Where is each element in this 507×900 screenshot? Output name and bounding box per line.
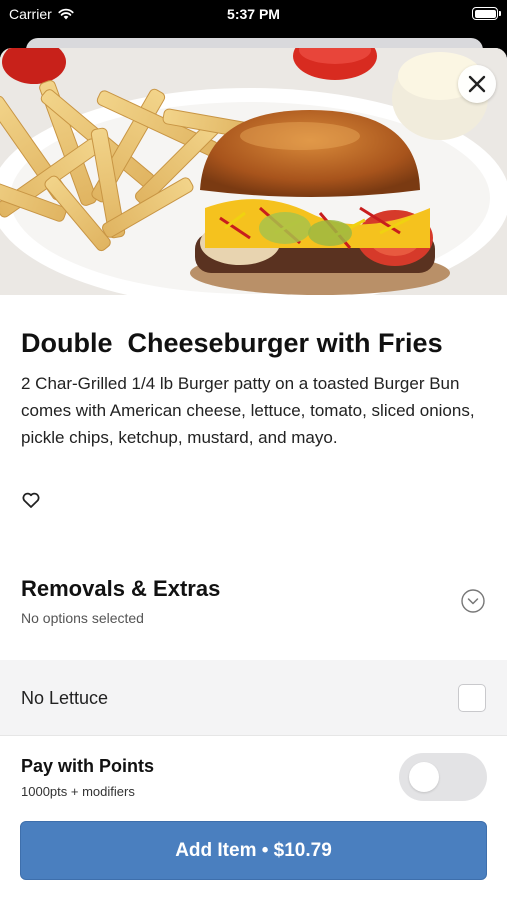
toggle-knob [409,762,439,792]
item-description: 2 Char-Grilled 1/4 lb Burger patty on a … [21,374,475,447]
item-title: Double Cheeseburger with Fries [21,328,443,358]
heart-icon[interactable] [21,490,41,510]
modifiers-section-title: Removals & Extras [21,576,221,601]
add-item-button[interactable]: Add Item • $10.79 [20,821,487,880]
status-time: 5:37 PM [227,6,280,22]
chevron-down-icon[interactable] [461,589,485,613]
status-bar: Carrier 5:37 PM [0,0,507,30]
item-photo [0,48,507,295]
pay-with-points-title: Pay with Points [21,756,155,776]
option-row-no-lettuce[interactable]: No Lettuce [0,660,507,735]
modifiers-section-subtitle: No options selected [21,610,144,626]
option-checkbox[interactable] [458,684,486,712]
pay-with-points-subtitle: 1000pts + modifiers [21,784,135,799]
option-label: No Lettuce [21,688,109,708]
battery-icon [472,7,501,20]
item-detail-sheet: Double Cheeseburger with Fries 2 Char-Gr… [0,48,507,900]
close-button[interactable] [458,65,496,103]
pay-with-points-toggle[interactable] [399,753,487,801]
close-icon [468,75,486,93]
divider [0,735,507,736]
